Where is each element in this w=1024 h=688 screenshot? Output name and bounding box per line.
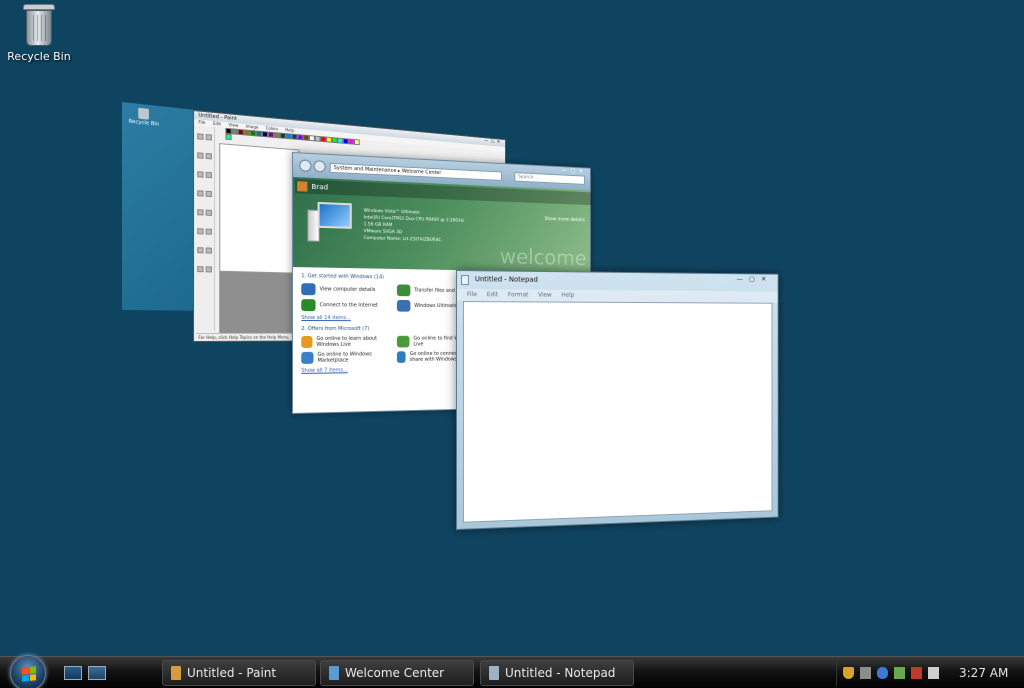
start-button[interactable]	[10, 655, 46, 688]
switch-windows-icon[interactable]	[88, 666, 106, 680]
taskbar: Untitled - Paint Welcome Center Untitled…	[0, 656, 1024, 688]
transfer-files-icon	[397, 284, 410, 296]
windows-logo-icon	[22, 666, 36, 681]
notepad-menu-help: Help	[561, 292, 574, 299]
notepad-menu-format: Format	[508, 291, 529, 298]
volume-icon[interactable]	[928, 667, 939, 679]
notepad-window-buttons: —▢✕	[737, 275, 773, 283]
item-view-computer-details: View computer details	[301, 283, 391, 296]
paint-menu-file: File	[198, 119, 205, 125]
find-icon	[397, 336, 410, 348]
clock[interactable]: 3:27 AM	[959, 666, 1008, 680]
paint-toolbox	[196, 125, 215, 331]
computer-details-icon	[301, 283, 315, 295]
paint-canvas	[219, 143, 299, 274]
show-more-details-link: Show more details	[544, 216, 584, 223]
notepad-text-area	[463, 301, 772, 523]
paint-icon	[171, 666, 181, 680]
item-windows-live: Go online to learn about Windows Live	[301, 336, 391, 348]
address-bar: System and Maintenance ▸ Welcome Center	[330, 163, 502, 181]
user-picture-icon	[297, 181, 307, 191]
welcome-watermark: welcome	[500, 246, 587, 271]
welcome-window-buttons: —▢✕	[562, 167, 587, 175]
palette-swatch	[225, 134, 231, 140]
notepad-title: Untitled - Notepad	[475, 275, 538, 284]
system-tray: 3:27 AM	[836, 660, 1022, 686]
notepad-icon	[461, 275, 469, 285]
taskbar-welcome-label: Welcome Center	[345, 666, 444, 680]
item-windows-marketplace: Go online to Windows Marketplace	[301, 351, 391, 364]
welcome-hero: Brad Windows Vista™ Ultimate Intel(R) Co…	[293, 177, 590, 273]
taskbar-notepad-label: Untitled - Notepad	[505, 666, 615, 680]
paint-window-buttons: —▢✕	[484, 138, 503, 145]
taskbar-button-notepad[interactable]: Untitled - Notepad	[480, 660, 634, 686]
palette-swatch	[354, 139, 360, 145]
system-specs: Windows Vista™ Ultimate Intel(R) Core(TM…	[364, 208, 464, 245]
network-check-icon[interactable]	[894, 667, 905, 679]
user-name: Brad	[311, 183, 328, 192]
taskbar-button-welcome-center[interactable]: Welcome Center	[320, 660, 474, 686]
marketplace-icon	[301, 352, 313, 364]
taskbar-paint-label: Untitled - Paint	[187, 666, 276, 680]
notepad-menu-view: View	[538, 292, 552, 299]
back-icon	[299, 159, 311, 172]
security-shield-icon[interactable]	[843, 667, 854, 679]
notepad-menu-file: File	[467, 291, 477, 298]
item-connect-internet: Connect to the Internet	[301, 299, 391, 311]
internet-globe-icon	[301, 299, 315, 311]
windows-live-icon	[301, 336, 312, 348]
network-disconnected-icon[interactable]	[911, 667, 922, 679]
mini-recycle-bin-icon	[139, 108, 150, 120]
forward-icon	[314, 160, 326, 172]
show-desktop-icon[interactable]	[64, 666, 82, 680]
paint-menu-help: Help	[285, 127, 294, 133]
paint-menu-edit: Edit	[213, 121, 221, 127]
computer-icon	[307, 202, 351, 243]
notepad-titlebar: Untitled - Notepad —▢✕	[457, 271, 778, 292]
vmware-tools-icon[interactable]	[860, 667, 871, 679]
ultimate-extras-icon	[397, 300, 410, 312]
notepad-window[interactable]: Untitled - Notepad —▢✕ File Edit Format …	[456, 270, 779, 530]
people-icon	[397, 351, 406, 363]
bluetooth-icon[interactable]	[877, 667, 888, 679]
mini-recycle-bin: Recycle Bin	[129, 107, 160, 128]
paint-workspace	[219, 272, 299, 333]
flip3d-stack: Recycle Bin Untitled - Paint —▢✕ File Ed…	[0, 0, 1024, 688]
taskbar-button-paint[interactable]: Untitled - Paint	[162, 660, 316, 686]
notepad-menu-edit: Edit	[487, 291, 498, 298]
notepad-icon	[489, 666, 499, 680]
paint-menu-view: View	[229, 122, 239, 128]
welcome-center-icon	[329, 666, 339, 680]
